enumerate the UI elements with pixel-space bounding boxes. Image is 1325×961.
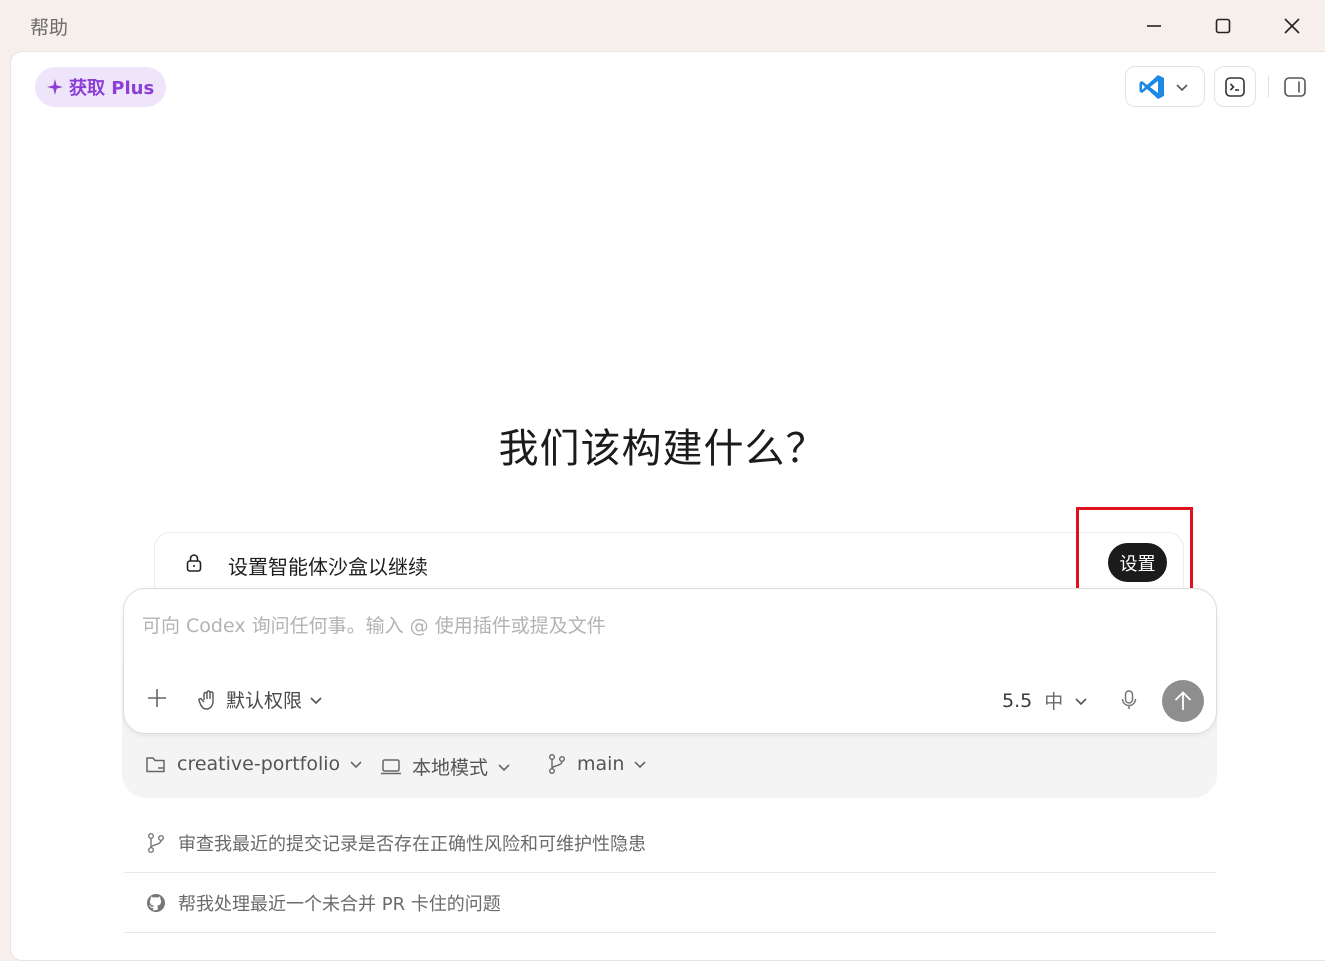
plus-icon — [148, 689, 166, 707]
branch-name: main — [577, 753, 625, 775]
get-plus-button[interactable]: 获取 Plus — [35, 67, 167, 107]
title-bar: 帮助 — [0, 0, 1325, 52]
suggestion-item[interactable]: 帮我处理最近一个未合并 PR 卡住的问题 — [124, 873, 1216, 933]
minimize-icon — [1147, 25, 1161, 27]
project-name: creative-portfolio — [177, 753, 341, 775]
permission-selector[interactable]: 默认权限 — [198, 686, 324, 713]
suggestion-item[interactable]: 审查我最近的提交记录是否存在正确性风险和可维护性隐患 — [124, 813, 1216, 873]
sandbox-notice-text: 设置智能体沙盒以继续 — [228, 555, 428, 579]
voice-input-button[interactable] — [1120, 689, 1138, 715]
effort-label: 中 — [1044, 691, 1064, 713]
vscode-icon — [1138, 73, 1166, 101]
close-button[interactable] — [1269, 9, 1315, 43]
folder-icon — [146, 757, 165, 773]
git-branch-icon — [146, 832, 166, 854]
toolbar-divider — [1268, 76, 1269, 98]
terminal-button[interactable] — [1214, 66, 1256, 107]
prompt-input[interactable]: 可向 Codex 询问任何事。输入 @ 使用插件或提及文件 — [142, 611, 606, 638]
open-in-editor-button[interactable] — [1125, 66, 1205, 107]
suggestion-text: 帮我处理最近一个未合并 PR 卡住的问题 — [178, 893, 501, 915]
chevron-down-icon — [634, 761, 647, 769]
maximize-button[interactable] — [1200, 9, 1246, 43]
sidebar-toggle-icon — [1284, 77, 1306, 97]
send-button[interactable] — [1162, 680, 1204, 722]
close-icon — [1284, 18, 1300, 34]
hand-icon — [198, 689, 214, 710]
sidebar-toggle-button[interactable] — [1280, 72, 1310, 102]
git-branch-icon — [549, 754, 565, 774]
chevron-down-icon — [1073, 693, 1089, 709]
sparkle-icon — [47, 79, 63, 95]
laptop-icon — [381, 758, 401, 774]
microphone-icon — [1121, 690, 1137, 709]
mode-selector[interactable]: 本地模式 — [380, 753, 512, 780]
github-icon — [146, 893, 166, 913]
maximize-icon — [1215, 18, 1231, 34]
minimize-button[interactable] — [1131, 9, 1177, 43]
chevron-down-icon — [498, 763, 510, 771]
help-menu[interactable]: 帮助 — [30, 13, 68, 40]
model-selector[interactable]: 5.5 中 — [1002, 687, 1089, 714]
chevron-down-icon — [310, 696, 322, 704]
arrow-up-icon — [1174, 691, 1192, 710]
lock-icon — [185, 553, 203, 577]
chevron-down-icon — [350, 761, 362, 769]
model-version: 5.5 — [1002, 689, 1033, 712]
permission-label: 默认权限 — [226, 690, 303, 712]
composer: 可向 Codex 询问任何事。输入 @ 使用插件或提及文件 默认权限 5.5 中 — [123, 588, 1217, 734]
page-title: 我们该构建什么？ — [498, 426, 827, 472]
get-plus-label: 获取 Plus — [69, 78, 155, 99]
project-selector[interactable]: creative-portfolio — [145, 753, 364, 775]
suggestion-text: 审查我最近的提交记录是否存在正确性风险和可维护性隐患 — [178, 833, 646, 855]
terminal-icon — [1225, 76, 1245, 97]
mode-label: 本地模式 — [412, 757, 489, 779]
chevron-down-icon — [1174, 79, 1190, 95]
branch-selector[interactable]: main — [547, 753, 648, 775]
add-attachment-button[interactable] — [146, 687, 168, 713]
